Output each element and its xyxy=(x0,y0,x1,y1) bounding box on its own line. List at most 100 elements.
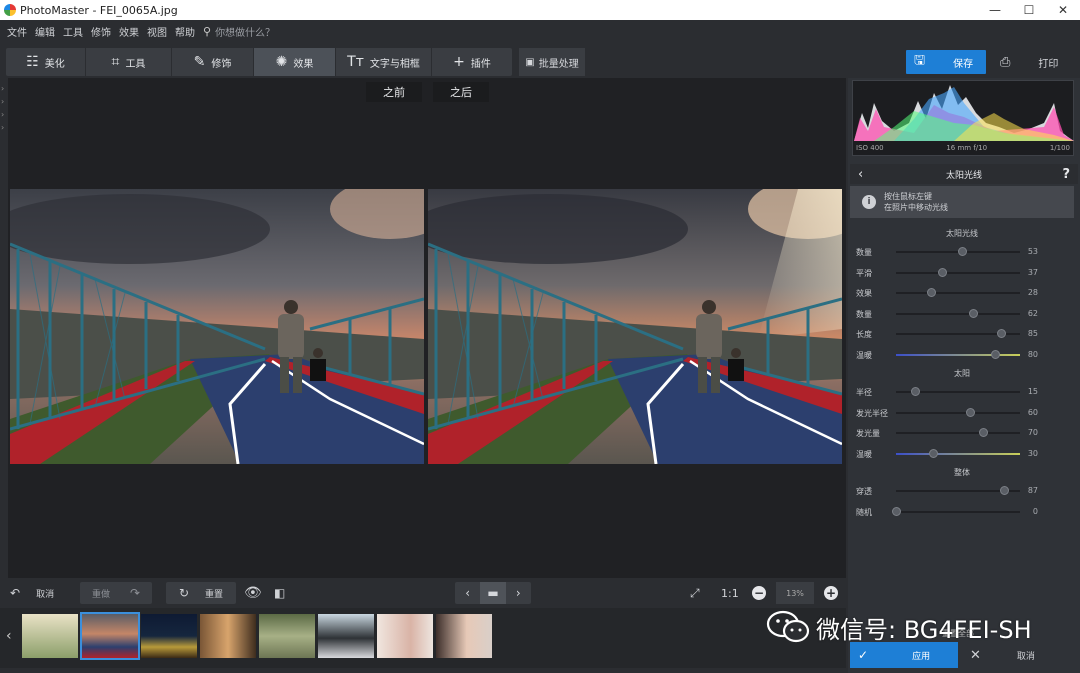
info-icon: i xyxy=(862,195,876,209)
compare-button[interactable]: ◧ xyxy=(274,582,285,604)
wechat-watermark: 微信号: BG4FEI-SH xyxy=(766,607,1032,647)
slider-row: 发光量 70 xyxy=(848,425,1076,441)
slider-row: 温暖 30 xyxy=(848,446,1076,462)
fit-to-screen-button[interactable]: ⤢ xyxy=(690,582,700,604)
menu-tools[interactable]: 工具 xyxy=(59,24,87,39)
zoom-out-button[interactable]: − xyxy=(752,586,766,600)
filmstrip-prev-icon[interactable]: ‹ xyxy=(6,628,12,644)
minimize-button[interactable]: — xyxy=(978,0,1012,20)
help-icon[interactable]: ? xyxy=(1062,167,1070,182)
slider-handle[interactable] xyxy=(937,267,947,277)
slider-handle[interactable] xyxy=(966,407,976,417)
left-collapse-strip[interactable]: › › › › xyxy=(0,78,8,578)
sliders-icon: ☷ xyxy=(26,54,39,70)
menu-retouch[interactable]: 修饰 xyxy=(87,24,115,39)
slider-handle[interactable] xyxy=(926,288,936,297)
section-title: 太阳 xyxy=(954,369,970,378)
reset-button[interactable]: ↻ 重置 xyxy=(166,582,236,604)
slider-handle[interactable] xyxy=(991,349,1001,359)
slider-track[interactable] xyxy=(896,432,1020,434)
slider-handle[interactable] xyxy=(910,387,920,396)
menu-help[interactable]: 帮助 xyxy=(171,24,199,39)
minus-icon: − xyxy=(753,586,765,600)
tab-enhance[interactable]: ☷ 美化 xyxy=(6,48,86,76)
app-logo-icon xyxy=(4,4,16,16)
open-folder-button[interactable]: ▬ xyxy=(480,582,506,604)
slider-track[interactable] xyxy=(896,271,1020,274)
slider-track[interactable] xyxy=(896,312,1020,315)
actual-size-button[interactable]: 1:1 xyxy=(721,582,739,604)
slider-row: 随机 0 xyxy=(848,504,1076,520)
close-button[interactable]: ✕ xyxy=(1046,0,1080,20)
search-icon: ⚲ xyxy=(203,24,212,38)
slider-label: 长度 xyxy=(856,330,872,339)
redo-button[interactable]: 重做 ↷ xyxy=(80,582,152,604)
save-button[interactable]: 🖫 保存 xyxy=(906,50,986,74)
tab-effects[interactable]: ✺ 效果 xyxy=(254,48,336,76)
thumbnail-7[interactable] xyxy=(377,614,433,658)
slider-row: 半径 15 xyxy=(848,384,1076,400)
plus-icon: + xyxy=(825,586,837,600)
slider-label: 发光半径 xyxy=(856,408,888,418)
thumbnail-3[interactable] xyxy=(141,614,197,658)
thumbnail-4[interactable] xyxy=(200,614,256,658)
after-label[interactable]: 之后 xyxy=(433,82,489,102)
next-image-button[interactable]: › xyxy=(506,582,531,604)
floppy-disk-icon: 🖫 xyxy=(914,53,926,68)
exif-info: ISO 400 16 mm f/10 1/100 xyxy=(852,144,1074,152)
slider-handle[interactable] xyxy=(957,247,967,256)
slider-track[interactable] xyxy=(896,353,1020,356)
thumbnail-8[interactable] xyxy=(436,614,492,658)
thumbnail-1[interactable] xyxy=(22,614,78,658)
tab-retouch[interactable]: ✎ 修饰 xyxy=(172,48,254,76)
thumbnail-6[interactable] xyxy=(318,614,374,658)
slider-row: 数量 53 xyxy=(848,244,1076,260)
slider-handle[interactable] xyxy=(997,329,1007,338)
batch-process-button[interactable]: ▣ 批量处理 xyxy=(519,48,585,76)
printer-icon: ⎙ xyxy=(1000,54,1011,70)
tab-tools[interactable]: ⌗ 工具 xyxy=(86,48,172,76)
slider-value: 53 xyxy=(1027,247,1038,256)
tab-plugins[interactable]: + 插件 xyxy=(432,48,512,76)
slider-handle[interactable] xyxy=(929,448,939,458)
window-titlebar: PhotoMaster - FEI_0065A.jpg — ☐ ✕ xyxy=(0,0,1080,20)
slider-track[interactable] xyxy=(896,452,1020,455)
maximize-button[interactable]: ☐ xyxy=(1012,0,1046,20)
slider-label: 穿透 xyxy=(856,487,872,496)
menu-effects[interactable]: 效果 xyxy=(115,24,143,39)
undo-button[interactable]: ↶ 取消 xyxy=(10,582,54,604)
redo-icon: ↷ xyxy=(129,586,141,600)
chevron-left-icon[interactable]: ‹ xyxy=(858,167,863,182)
slider-label: 温暖 xyxy=(856,449,872,459)
menu-search[interactable]: ⚲ 你想做什么？ xyxy=(203,24,275,39)
menu-edit[interactable]: 编辑 xyxy=(31,24,59,39)
panel-title: 太阳光线 xyxy=(945,170,982,181)
main-toolbar: ☷ 美化 ⌗ 工具 ✎ 修饰 ✺ 效果 Tт 文字与相框 + 插件 ▣ 批量处理… xyxy=(0,44,1080,76)
before-label[interactable]: 之前 xyxy=(366,82,422,102)
tab-text-frames[interactable]: Tт 文字与相框 xyxy=(336,48,432,76)
photo-after[interactable] xyxy=(428,189,842,464)
apply-label: 应用 xyxy=(912,651,931,662)
slider-handle[interactable] xyxy=(892,506,901,516)
reset-label: 重置 xyxy=(205,589,224,600)
magic-wand-icon: ✺ xyxy=(275,54,288,70)
tab-label: 美化 xyxy=(44,58,65,70)
menu-view[interactable]: 视图 xyxy=(143,24,171,39)
slider-track[interactable] xyxy=(896,292,1020,294)
menu-bar: 文件 编辑 工具 修饰 效果 视图 帮助 ⚲ 你想做什么？ xyxy=(0,20,1080,42)
thumbnail-5[interactable] xyxy=(259,614,315,658)
slider-handle[interactable] xyxy=(978,428,988,437)
menu-file[interactable]: 文件 xyxy=(3,24,31,39)
preview-eye-button[interactable]: 👁 xyxy=(244,582,262,604)
slider-handle[interactable] xyxy=(968,308,978,318)
zoom-level[interactable]: 13% xyxy=(776,582,814,604)
photo-before[interactable] xyxy=(10,189,424,464)
slider-track[interactable] xyxy=(896,510,1020,513)
slider-track[interactable] xyxy=(896,411,1020,414)
watermark-text: 微信号: BG4FEI-SH xyxy=(816,615,1032,644)
prev-image-button[interactable]: ‹ xyxy=(455,582,480,604)
zoom-in-button[interactable]: + xyxy=(824,586,838,600)
thumbnail-2[interactable] xyxy=(80,612,140,660)
print-button[interactable]: ⎙ 打印 xyxy=(992,50,1072,74)
slider-label: 随机 xyxy=(856,507,872,517)
